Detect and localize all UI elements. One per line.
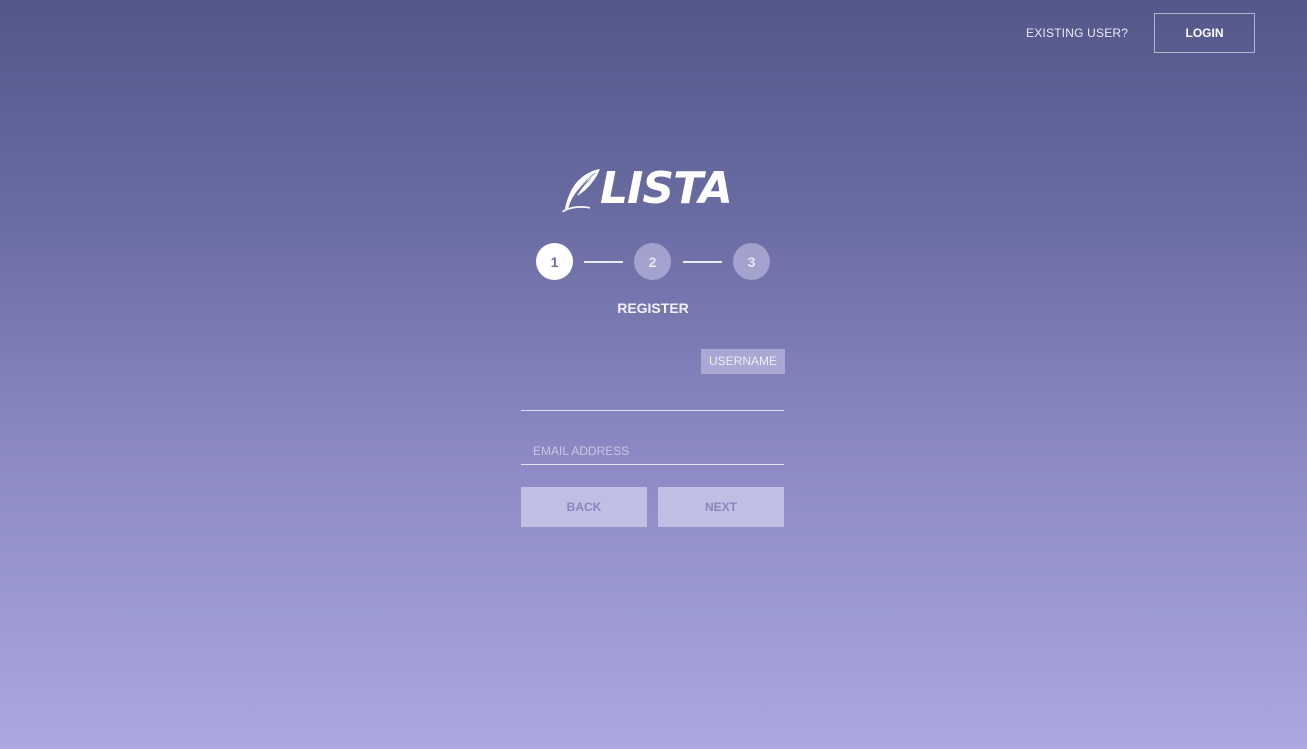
- username-underline: [521, 410, 784, 411]
- step-connector: [683, 261, 722, 263]
- register-title: REGISTER: [617, 300, 689, 316]
- existing-user-label: EXISTING USER?: [1026, 26, 1129, 40]
- step-1: 1: [536, 243, 573, 280]
- brand-name: LISTA: [600, 163, 733, 214]
- username-field: USERNAME: [521, 348, 785, 411]
- step-connector: [584, 261, 623, 263]
- step-3: 3: [733, 243, 770, 280]
- step-indicator: 1 2 3: [536, 243, 772, 281]
- feather-quill-icon: [562, 169, 600, 213]
- brand-logo: LISTA: [560, 163, 745, 215]
- username-input[interactable]: [521, 378, 785, 410]
- username-label: USERNAME: [700, 349, 785, 374]
- step-2: 2: [634, 243, 671, 280]
- email-input[interactable]: [521, 437, 784, 465]
- back-button[interactable]: BACK: [521, 487, 647, 527]
- login-button[interactable]: LOGIN: [1154, 13, 1255, 53]
- next-button[interactable]: NEXT: [658, 487, 784, 527]
